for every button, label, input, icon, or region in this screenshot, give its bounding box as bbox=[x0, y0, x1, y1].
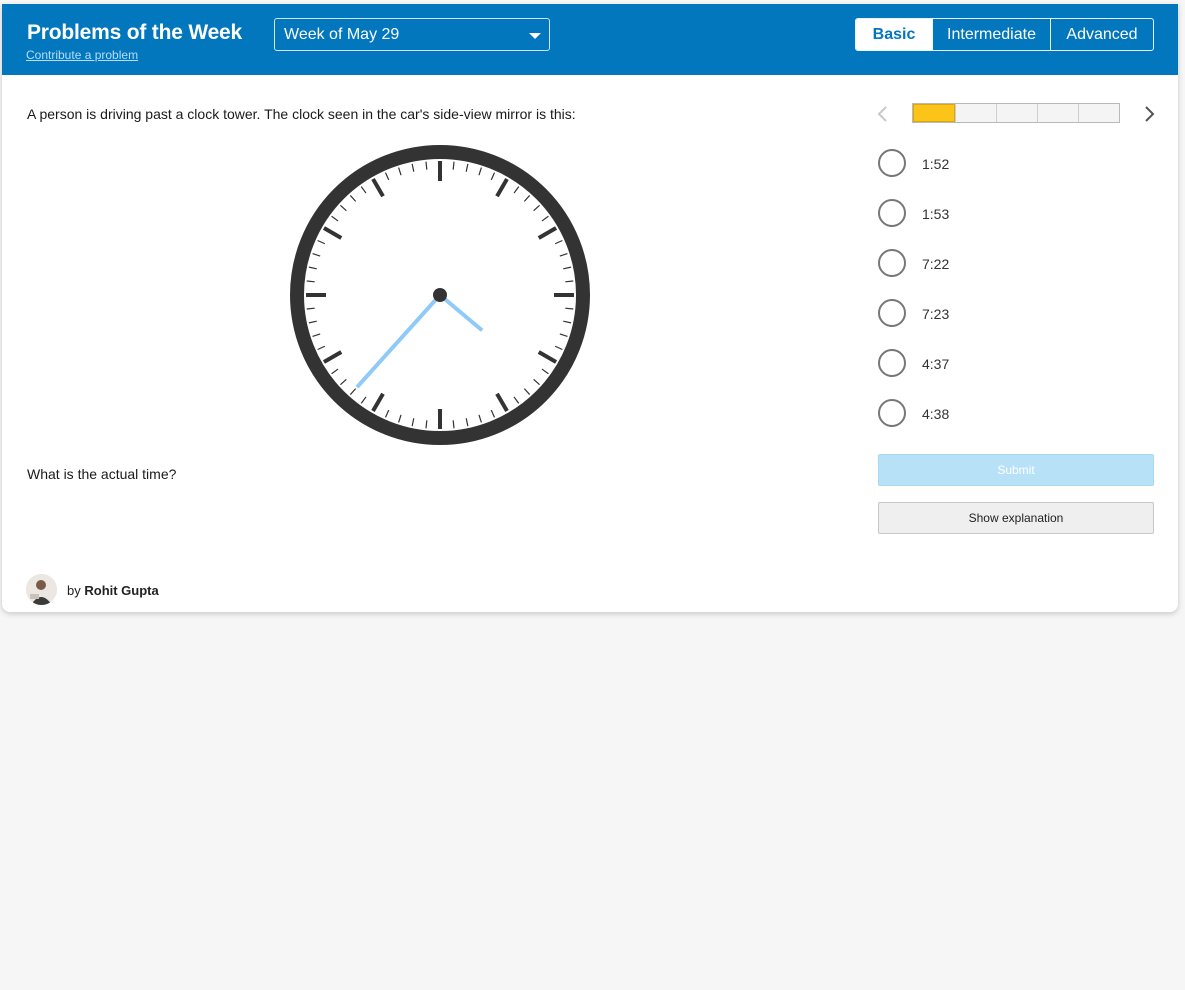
clock-image bbox=[290, 145, 590, 445]
radio-button[interactable] bbox=[878, 349, 906, 377]
clock-minute-tick bbox=[452, 420, 455, 429]
tab-advanced[interactable]: Advanced bbox=[1050, 19, 1153, 50]
chevron-right-icon[interactable] bbox=[1141, 104, 1157, 124]
week-select[interactable]: Week of May 29 bbox=[274, 18, 550, 51]
problem-progress-bar bbox=[912, 103, 1120, 123]
week-select-value: Week of May 29 bbox=[284, 26, 400, 43]
caret-down-icon bbox=[529, 33, 541, 39]
answer-label: 4:38 bbox=[922, 406, 950, 422]
answer-label: 1:53 bbox=[922, 206, 950, 222]
radio-button[interactable] bbox=[878, 399, 906, 427]
problem-card: Problems of the Week Contribute a proble… bbox=[2, 4, 1178, 612]
progress-segment bbox=[1037, 104, 1078, 122]
clock-minute-tick bbox=[425, 161, 428, 170]
radio-button[interactable] bbox=[878, 249, 906, 277]
avatar[interactable] bbox=[26, 574, 57, 605]
clock-minute-tick bbox=[306, 280, 315, 283]
answer-option[interactable]: 7:22 bbox=[878, 248, 1148, 278]
author-name[interactable]: Rohit Gupta bbox=[84, 583, 158, 598]
show-explanation-button[interactable]: Show explanation bbox=[878, 502, 1154, 534]
answer-label: 7:22 bbox=[922, 256, 950, 272]
radio-button[interactable] bbox=[878, 299, 906, 327]
answer-label: 1:52 bbox=[922, 156, 950, 172]
tab-intermediate[interactable]: Intermediate bbox=[932, 19, 1050, 50]
answer-label: 7:23 bbox=[922, 306, 950, 322]
radio-button[interactable] bbox=[878, 149, 906, 177]
contribute-link[interactable]: Contribute a problem bbox=[26, 48, 138, 62]
progress-segment bbox=[913, 104, 955, 122]
progress-segment bbox=[996, 104, 1037, 122]
clock-minute-tick bbox=[565, 280, 574, 283]
page-title: Problems of the Week bbox=[27, 21, 243, 44]
by-label: by bbox=[67, 583, 81, 598]
question-text: A person is driving past a clock tower. … bbox=[27, 106, 576, 122]
submit-button[interactable]: Submit bbox=[878, 454, 1154, 486]
answer-option[interactable]: 4:37 bbox=[878, 348, 1148, 378]
progress-segment bbox=[1078, 104, 1119, 122]
clock-minute-tick bbox=[306, 307, 315, 310]
answer-option[interactable]: 4:38 bbox=[878, 398, 1148, 428]
answer-label: 4:37 bbox=[922, 356, 950, 372]
header-bar: Problems of the Week Contribute a proble… bbox=[2, 4, 1178, 75]
tab-basic[interactable]: Basic bbox=[856, 19, 932, 50]
chevron-left-icon[interactable] bbox=[875, 104, 891, 124]
clock-minute-tick bbox=[425, 420, 428, 429]
answer-option[interactable]: 1:52 bbox=[878, 148, 1148, 178]
answer-option[interactable]: 7:23 bbox=[878, 298, 1148, 328]
radio-button[interactable] bbox=[878, 199, 906, 227]
progress-segment bbox=[955, 104, 996, 122]
clock-minute-tick bbox=[565, 307, 574, 310]
difficulty-tabs: Basic Intermediate Advanced bbox=[855, 18, 1154, 51]
answer-option[interactable]: 1:53 bbox=[878, 198, 1148, 228]
clock-minute-tick bbox=[452, 161, 455, 170]
author-text: by Rohit Gupta bbox=[67, 583, 159, 598]
question-prompt: What is the actual time? bbox=[27, 466, 177, 482]
clock-center-pin bbox=[433, 288, 447, 302]
